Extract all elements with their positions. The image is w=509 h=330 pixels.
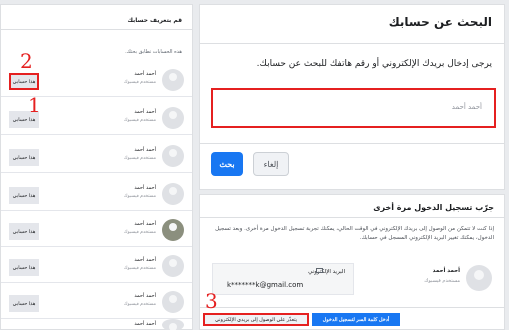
- account-name: أحمد أحمد: [134, 147, 156, 153]
- account-row: أحمد أحمد مستخدم فيسبوك هذا حسابي: [1, 181, 192, 211]
- email-label: البريد الإلكتروني: [308, 269, 345, 275]
- avatar: [466, 265, 492, 291]
- annotation-marker-3: 3: [205, 289, 218, 313]
- account-name: أحمد أحمد: [134, 293, 156, 299]
- account-subtitle: مستخدم فيسبوك: [123, 194, 156, 199]
- account-name: أحمد أحمد: [134, 71, 156, 77]
- avatar: [162, 69, 184, 91]
- divider: [200, 143, 504, 144]
- account-subtitle: مستخدم فيسبوك: [123, 266, 156, 271]
- search-instructions: يرجى إدخال بريدك الإلكتروني أو رقم هاتفك…: [256, 59, 492, 69]
- account-name: أحمد أحمد: [134, 109, 156, 115]
- this-is-my-account-button[interactable]: هذا حسابي: [9, 149, 39, 166]
- no-email-access-button[interactable]: يتعذّر علي الوصول إلى بريدي الإلكتروني: [203, 313, 309, 326]
- avatar: [162, 107, 184, 129]
- this-is-my-account-button[interactable]: هذا حسابي: [9, 259, 39, 276]
- this-is-my-account-button[interactable]: هذا حسابي: [9, 73, 39, 90]
- search-input[interactable]: أحمد أحمد: [211, 88, 496, 128]
- account-row: أحمد أحمد: [1, 317, 192, 330]
- avatar: [162, 319, 184, 330]
- cancel-button[interactable]: إلغاء: [253, 152, 289, 176]
- avatar: [162, 219, 184, 241]
- search-input-placeholder: أحمد أحمد: [451, 103, 482, 111]
- account-name: أحمد أحمد: [134, 185, 156, 191]
- account-name: أحمد أحمد: [134, 321, 156, 327]
- annotation-marker-2: 2: [20, 49, 33, 73]
- divider: [1, 29, 192, 30]
- avatar: [162, 255, 184, 277]
- retry-login-description: إذا كنت لا تتمكن من الوصول إلى بريدك الإ…: [215, 226, 494, 241]
- account-subtitle: مستخدم فيسبوك: [424, 278, 460, 284]
- account-subtitle: مستخدم فيسبوك: [123, 118, 156, 123]
- account-row: أحمد أحمد مستخدم فيسبوك هذا حسابي: [1, 143, 192, 173]
- envelope-icon: [316, 268, 323, 273]
- divider: [200, 43, 504, 44]
- this-is-my-account-button[interactable]: هذا حسابي: [9, 187, 39, 204]
- avatar: [162, 183, 184, 205]
- account-subtitle: مستخدم فيسبوك: [123, 230, 156, 235]
- this-is-my-account-button[interactable]: هذا حسابي: [9, 295, 39, 312]
- retry-login-title: جرّب تسجيل الدخول مرة أخرى: [373, 203, 494, 212]
- masked-email: k*******k@gmail.com: [227, 281, 304, 289]
- divider: [200, 307, 504, 308]
- account-row: أحمد أحمد مستخدم فيسبوك هذا حسابي: [1, 217, 192, 247]
- search-account-panel: البحث عن حسابك يرجى إدخال بريدك الإلكترو…: [199, 4, 505, 190]
- search-account-title: البحث عن حسابك: [388, 15, 492, 29]
- retry-login-panel: جرّب تسجيل الدخول مرة أخرى إذا كنت لا تت…: [199, 194, 505, 330]
- account-subtitle: مستخدم فيسبوك: [123, 156, 156, 161]
- avatar: [162, 291, 184, 313]
- account-name: أحمد أحمد: [432, 268, 460, 274]
- this-is-my-account-button[interactable]: هذا حسابي: [9, 223, 39, 240]
- divider: [200, 217, 504, 218]
- account-subtitle: مستخدم فيسبوك: [123, 80, 156, 85]
- identify-account-title: قم بتعريف حسابك: [127, 17, 182, 24]
- annotation-marker-1: 1: [28, 93, 41, 117]
- account-name: أحمد أحمد: [134, 221, 156, 227]
- password-login-button[interactable]: أدخل كلمة السر لتسجيل الدخول: [312, 313, 400, 326]
- avatar: [162, 145, 184, 167]
- search-button[interactable]: بحث: [211, 152, 243, 176]
- account-row: أحمد أحمد مستخدم فيسبوك هذا حسابي: [1, 253, 192, 283]
- account-name: أحمد أحمد: [134, 257, 156, 263]
- email-option-card[interactable]: البريد الإلكتروني k*******k@gmail.com: [212, 263, 354, 295]
- account-subtitle: مستخدم فيسبوك: [123, 302, 156, 307]
- account-row: أحمد أحمد مستخدم فيسبوك هذا حسابي: [1, 289, 192, 319]
- matching-accounts-subtitle: هذه الحسابات تطابق بحثك.: [125, 49, 182, 55]
